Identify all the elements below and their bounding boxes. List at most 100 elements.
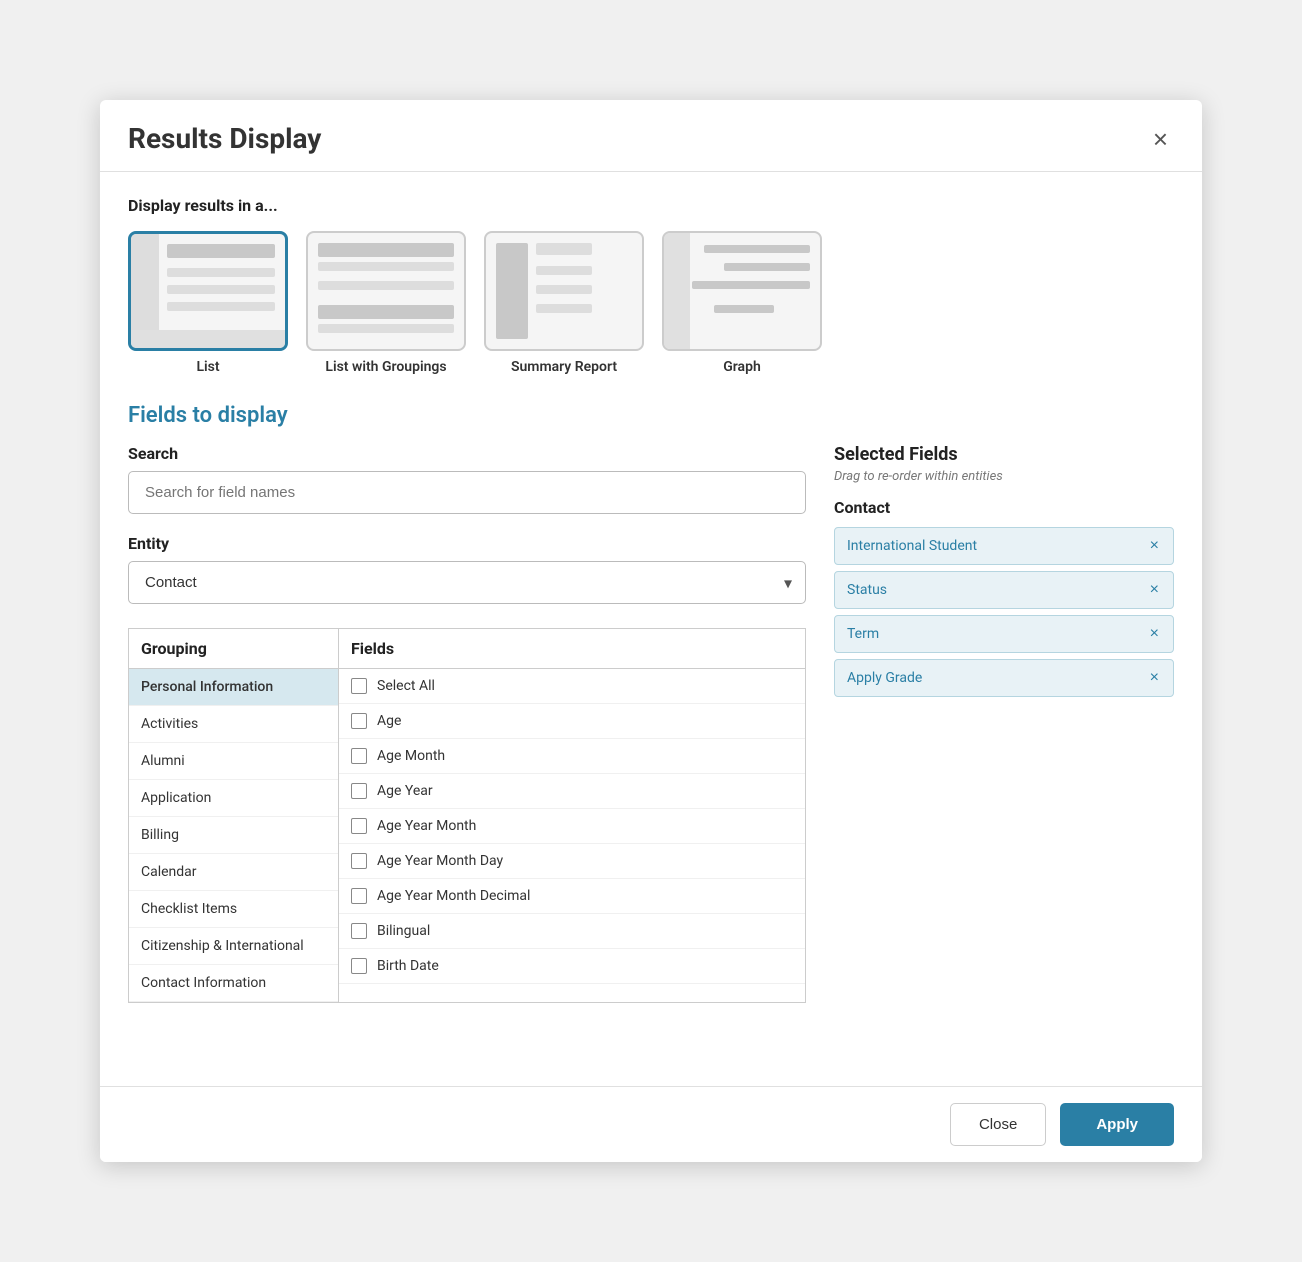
display-type-list[interactable]: List xyxy=(128,231,288,375)
tag-remove-status[interactable]: × xyxy=(1148,582,1161,598)
display-type-graph[interactable]: Graph xyxy=(662,231,822,375)
field-label-birth-date: Birth Date xyxy=(377,958,439,974)
grouping-item-alumni[interactable]: Alumni xyxy=(129,743,338,780)
checkbox-age-month[interactable] xyxy=(351,748,367,764)
list-row-line-3 xyxy=(167,302,275,311)
results-display-modal: Results Display × Display results in a..… xyxy=(100,100,1202,1162)
grouping-item-contact-info[interactable]: Contact Information xyxy=(129,965,338,1002)
field-label-select-all: Select All xyxy=(377,678,435,694)
field-item-age[interactable]: Age xyxy=(339,704,805,739)
list-row-line-2 xyxy=(167,285,275,294)
grp-sub-1 xyxy=(318,262,454,271)
checkbox-age-year[interactable] xyxy=(351,783,367,799)
search-label: Search xyxy=(128,444,806,463)
list-row-header xyxy=(167,244,275,258)
display-results-label: Display results in a... xyxy=(128,196,1174,215)
modal-title: Results Display xyxy=(128,122,321,155)
modal-close-button[interactable]: × xyxy=(1147,124,1174,154)
field-label-age: Age xyxy=(377,713,401,729)
checkbox-age-year-month[interactable] xyxy=(351,818,367,834)
sum-row-4 xyxy=(536,304,592,313)
graph-left-axis xyxy=(664,233,690,349)
field-item-age-year-month-day[interactable]: Age Year Month Day xyxy=(339,844,805,879)
close-button[interactable]: Close xyxy=(950,1103,1046,1146)
entity-label: Entity xyxy=(128,534,806,553)
field-item-age-year[interactable]: Age Year xyxy=(339,774,805,809)
tag-label-term: Term xyxy=(847,626,879,642)
field-label-age-year-month-day: Age Year Month Day xyxy=(377,853,503,869)
sum-row-2 xyxy=(536,266,592,275)
field-item-select-all[interactable]: Select All xyxy=(339,669,805,704)
grouping-fields-area: Grouping Personal Information Activities… xyxy=(128,628,806,1003)
tag-remove-apply-grade[interactable]: × xyxy=(1148,670,1161,686)
display-type-groupings-label: List with Groupings xyxy=(325,359,446,375)
field-item-age-year-month[interactable]: Age Year Month xyxy=(339,809,805,844)
graph-line-1 xyxy=(704,245,810,253)
grouping-item-citizenship[interactable]: Citizenship & International xyxy=(129,928,338,965)
sum-row-1 xyxy=(536,243,592,255)
display-type-graph-label: Graph xyxy=(723,359,761,375)
fields-column-header: Fields xyxy=(339,629,805,669)
display-type-groupings[interactable]: List with Groupings xyxy=(306,231,466,375)
field-item-bilingual[interactable]: Bilingual xyxy=(339,914,805,949)
checkbox-age-year-month-decimal[interactable] xyxy=(351,888,367,904)
fields-left-content: Search Entity Contact Application Alumni… xyxy=(128,444,806,1003)
field-item-birth-date[interactable]: Birth Date xyxy=(339,949,805,984)
selected-tag-apply-grade: Apply Grade × xyxy=(834,659,1174,697)
selected-tag-international-student: International Student × xyxy=(834,527,1174,565)
field-label-age-year-month: Age Year Month xyxy=(377,818,476,834)
field-label-bilingual: Bilingual xyxy=(377,923,430,939)
sum-row-3 xyxy=(536,285,592,294)
grouping-item-activities[interactable]: Activities xyxy=(129,706,338,743)
display-type-summary-card[interactable] xyxy=(484,231,644,351)
checkbox-birth-date[interactable] xyxy=(351,958,367,974)
graph-line-2 xyxy=(724,263,810,271)
display-type-summary[interactable]: Summary Report xyxy=(484,231,644,375)
apply-button[interactable]: Apply xyxy=(1060,1103,1174,1146)
field-label-age-year: Age Year xyxy=(377,783,433,799)
grp-header-1 xyxy=(318,243,454,257)
grp-sub-2 xyxy=(318,281,454,290)
display-type-list-card[interactable] xyxy=(128,231,288,351)
grouping-item-calendar[interactable]: Calendar xyxy=(129,854,338,891)
field-item-age-year-month-decimal[interactable]: Age Year Month Decimal xyxy=(339,879,805,914)
tag-label-international-student: International Student xyxy=(847,538,977,554)
sum-col xyxy=(496,243,528,339)
list-row-footer xyxy=(131,330,285,348)
field-item-age-month[interactable]: Age Month xyxy=(339,739,805,774)
grp-sub-3 xyxy=(318,324,454,333)
modal-header: Results Display × xyxy=(100,100,1202,172)
entity-select[interactable]: Contact Application Alumni xyxy=(128,561,806,604)
display-types-row: List List with Groupings xyxy=(128,231,1174,375)
entity-select-wrap: Contact Application Alumni ▾ xyxy=(128,561,806,604)
tag-label-status: Status xyxy=(847,582,887,598)
grouping-column: Grouping Personal Information Activities… xyxy=(128,628,338,1003)
tag-label-apply-grade: Apply Grade xyxy=(847,670,922,686)
checkbox-select-all[interactable] xyxy=(351,678,367,694)
selected-entity-label: Contact xyxy=(834,498,1174,517)
grouping-item-billing[interactable]: Billing xyxy=(129,817,338,854)
list-row-line-1 xyxy=(167,268,275,277)
display-type-graph-card[interactable] xyxy=(662,231,822,351)
graph-line-4 xyxy=(714,305,774,313)
display-type-groupings-card[interactable] xyxy=(306,231,466,351)
tag-remove-international-student[interactable]: × xyxy=(1148,538,1161,554)
grouping-item-personal-info[interactable]: Personal Information xyxy=(129,669,338,706)
fields-section-title: Fields to display xyxy=(128,403,1174,428)
field-label-age-year-month-decimal: Age Year Month Decimal xyxy=(377,888,530,904)
search-input[interactable] xyxy=(128,471,806,514)
checkbox-bilingual[interactable] xyxy=(351,923,367,939)
grouping-item-checklist[interactable]: Checklist Items xyxy=(129,891,338,928)
checkbox-age[interactable] xyxy=(351,713,367,729)
grp-header-2 xyxy=(318,305,454,319)
selected-fields-hint: Drag to re-order within entities xyxy=(834,469,1174,484)
selected-fields-panel: Selected Fields Drag to re-order within … xyxy=(834,444,1174,1003)
tag-remove-term[interactable]: × xyxy=(1148,626,1161,642)
checkbox-age-year-month-day[interactable] xyxy=(351,853,367,869)
grouping-item-application[interactable]: Application xyxy=(129,780,338,817)
fields-list: Select All Age Age Month xyxy=(339,669,805,984)
graph-line-3 xyxy=(692,281,810,289)
grouping-list: Personal Information Activities Alumni A… xyxy=(129,669,338,1002)
fields-column: Fields Select All Age xyxy=(338,628,806,1003)
field-label-age-month: Age Month xyxy=(377,748,445,764)
